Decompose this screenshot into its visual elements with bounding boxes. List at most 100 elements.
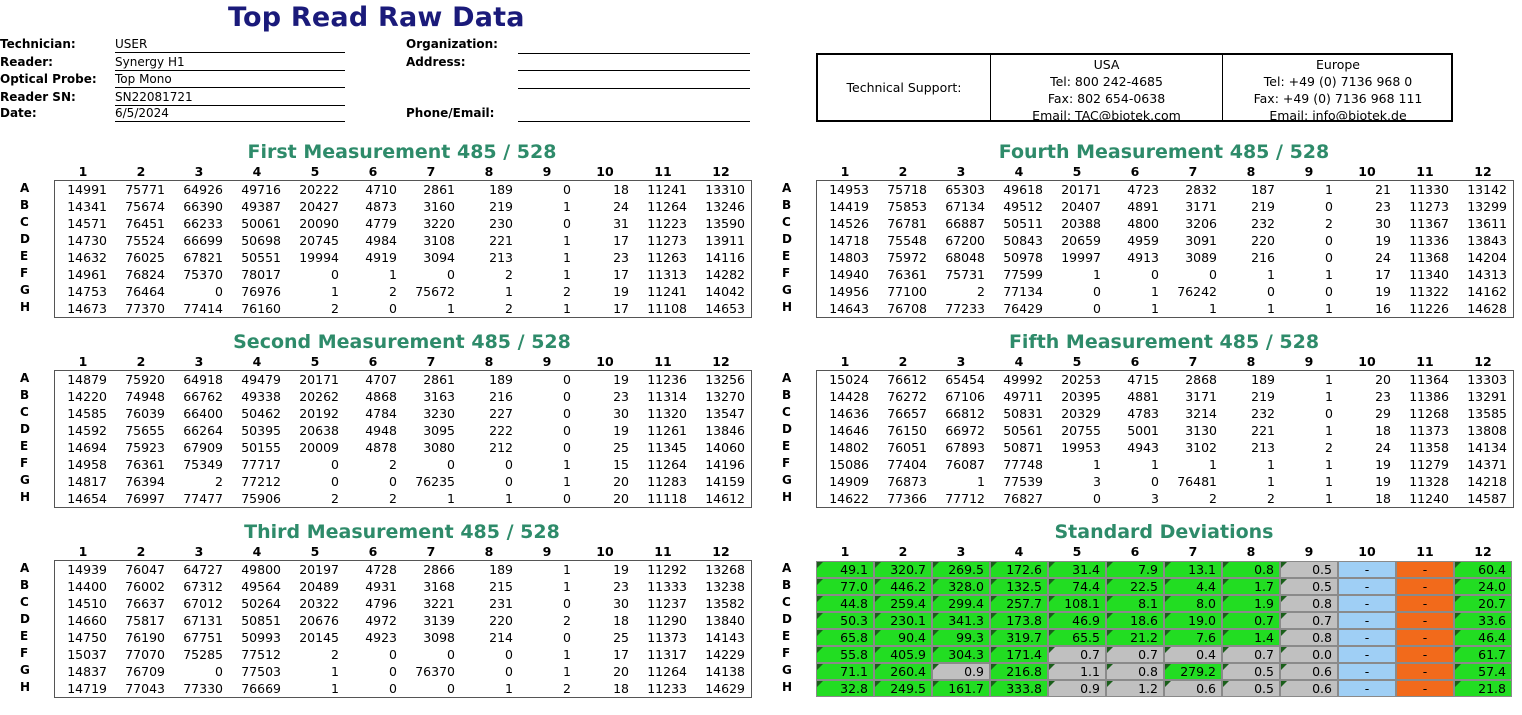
plate-cell: 1 [563, 457, 571, 472]
europe-region: Europe [1316, 57, 1360, 72]
plate-cell: 17 [1375, 267, 1391, 282]
plate-cell: 189 [489, 372, 513, 387]
column-header: 5 [310, 354, 320, 369]
column-header: 5 [310, 164, 320, 179]
plate-cell: 18 [613, 613, 629, 628]
plate-cell: 49711 [1003, 389, 1043, 404]
plate-cell: 11241 [647, 284, 687, 299]
column-header: 2 [898, 544, 908, 559]
column-header: 5 [1072, 164, 1082, 179]
column-header: 11 [1416, 164, 1434, 179]
reader-label: Reader: [0, 55, 53, 69]
plate-cell: 14428 [829, 389, 869, 404]
plate-cell: 11317 [647, 647, 687, 662]
plate-cell: 18 [613, 681, 629, 696]
plate-cell: 3206 [1185, 216, 1217, 231]
column-header: 7 [426, 354, 436, 369]
plate-cell: 13582 [705, 596, 745, 611]
plate-cell: 75718 [887, 182, 927, 197]
plate-cell: 2 [389, 457, 397, 472]
plate-cell: 19 [1375, 474, 1391, 489]
row-header: E [782, 439, 791, 453]
phone-email-line [518, 120, 750, 122]
usa-fax: Fax: 802 654-0638 [1047, 91, 1166, 106]
column-header: 12 [712, 164, 730, 179]
plate-cell: 14510 [67, 596, 107, 611]
row-header: B [782, 198, 792, 212]
plate-cell: 11283 [647, 474, 687, 489]
column-header: 10 [1358, 354, 1376, 369]
plate-cell: 11386 [1409, 389, 1449, 404]
support-usa: USA Tel: 800 242-4685 Fax: 802 654-0638 … [991, 55, 1223, 123]
plate-cell: 4878 [365, 440, 397, 455]
plate-cell: 77233 [945, 301, 985, 316]
std-dev-cell: - [1338, 612, 1396, 629]
plate-cell: 76190 [125, 630, 165, 645]
plate-cell: 0 [447, 681, 455, 696]
plate-cell: 13911 [705, 233, 745, 248]
column-header: 3 [194, 164, 204, 179]
std-dev-cell: 0.6 [1164, 680, 1222, 697]
plate-cell: 3089 [1185, 250, 1217, 265]
row-header: F [20, 456, 29, 470]
plate-cell: 1 [505, 491, 513, 506]
plate-cell: 189 [489, 182, 513, 197]
plate-cell: 14654 [67, 491, 107, 506]
column-header: 9 [542, 544, 552, 559]
std-dev-cell: 0.5 [1222, 680, 1280, 697]
plate-cell: 20329 [1061, 406, 1101, 421]
support-label: Technical Support: [818, 55, 991, 120]
plate-cell: 76242 [1177, 284, 1217, 299]
std-dev-cell: 19.0 [1164, 612, 1222, 629]
column-header: 11 [1416, 354, 1434, 369]
std-dev-cell: 0.7 [1106, 646, 1164, 663]
plate-cell: 4779 [365, 216, 397, 231]
row-header: D [782, 422, 792, 436]
row-header: D [20, 232, 30, 246]
plate-title: Fifth Measurement 485 / 528 [1008, 331, 1320, 353]
plate-cell: 0 [389, 681, 397, 696]
plate-cell: 14585 [67, 406, 107, 421]
std-dev-cell: 1.1 [1048, 663, 1106, 680]
row-header: G [20, 663, 30, 677]
plate-cell: 13299 [1467, 199, 1507, 214]
plate-cell: 11336 [1409, 233, 1449, 248]
column-header: 6 [368, 544, 378, 559]
std-dev-cell: 99.3 [932, 629, 990, 646]
plate-cell: 20192 [299, 406, 339, 421]
column-header: 6 [1130, 164, 1140, 179]
column-header: 12 [1474, 544, 1492, 559]
plate-cell: 50395 [241, 423, 281, 438]
plate-cell: 187 [1251, 182, 1275, 197]
plate-cell: 20262 [299, 389, 339, 404]
row-header: A [20, 371, 30, 385]
plate-cell: 3095 [423, 423, 455, 438]
std-dev-cell: 1.4 [1222, 629, 1280, 646]
column-header: 6 [1130, 544, 1140, 559]
sn-label: Reader SN: [0, 90, 76, 104]
plate-cell: 17 [613, 647, 629, 662]
plate-cell: 14636 [829, 406, 869, 421]
column-header: 2 [136, 354, 146, 369]
std-dev-cell: 1.9 [1222, 595, 1280, 612]
plate-cell: 11118 [647, 491, 687, 506]
plate-cell: 20755 [1061, 423, 1101, 438]
plate-cell: 64918 [183, 372, 223, 387]
europe-email: Email: info@biotek.de [1269, 108, 1407, 123]
plate-cell: 189 [1251, 372, 1275, 387]
plate-cell: 77414 [183, 301, 223, 316]
plate-cell: 0 [215, 664, 223, 679]
plate-cell: 3098 [423, 630, 455, 645]
plate-cell: 0 [447, 267, 455, 282]
column-header: 11 [1416, 544, 1434, 559]
plate-cell: 13590 [705, 216, 745, 231]
column-header: 9 [1304, 164, 1314, 179]
plate-cell: 19 [1375, 233, 1391, 248]
column-header: 8 [1246, 544, 1256, 559]
std-dev-cell: 7.6 [1164, 629, 1222, 646]
std-dev-cell: 0.0 [1280, 646, 1338, 663]
plate-cell: 20222 [299, 182, 339, 197]
column-header: 12 [712, 544, 730, 559]
row-header: B [782, 578, 792, 592]
plate-cell: 24 [1375, 440, 1391, 455]
